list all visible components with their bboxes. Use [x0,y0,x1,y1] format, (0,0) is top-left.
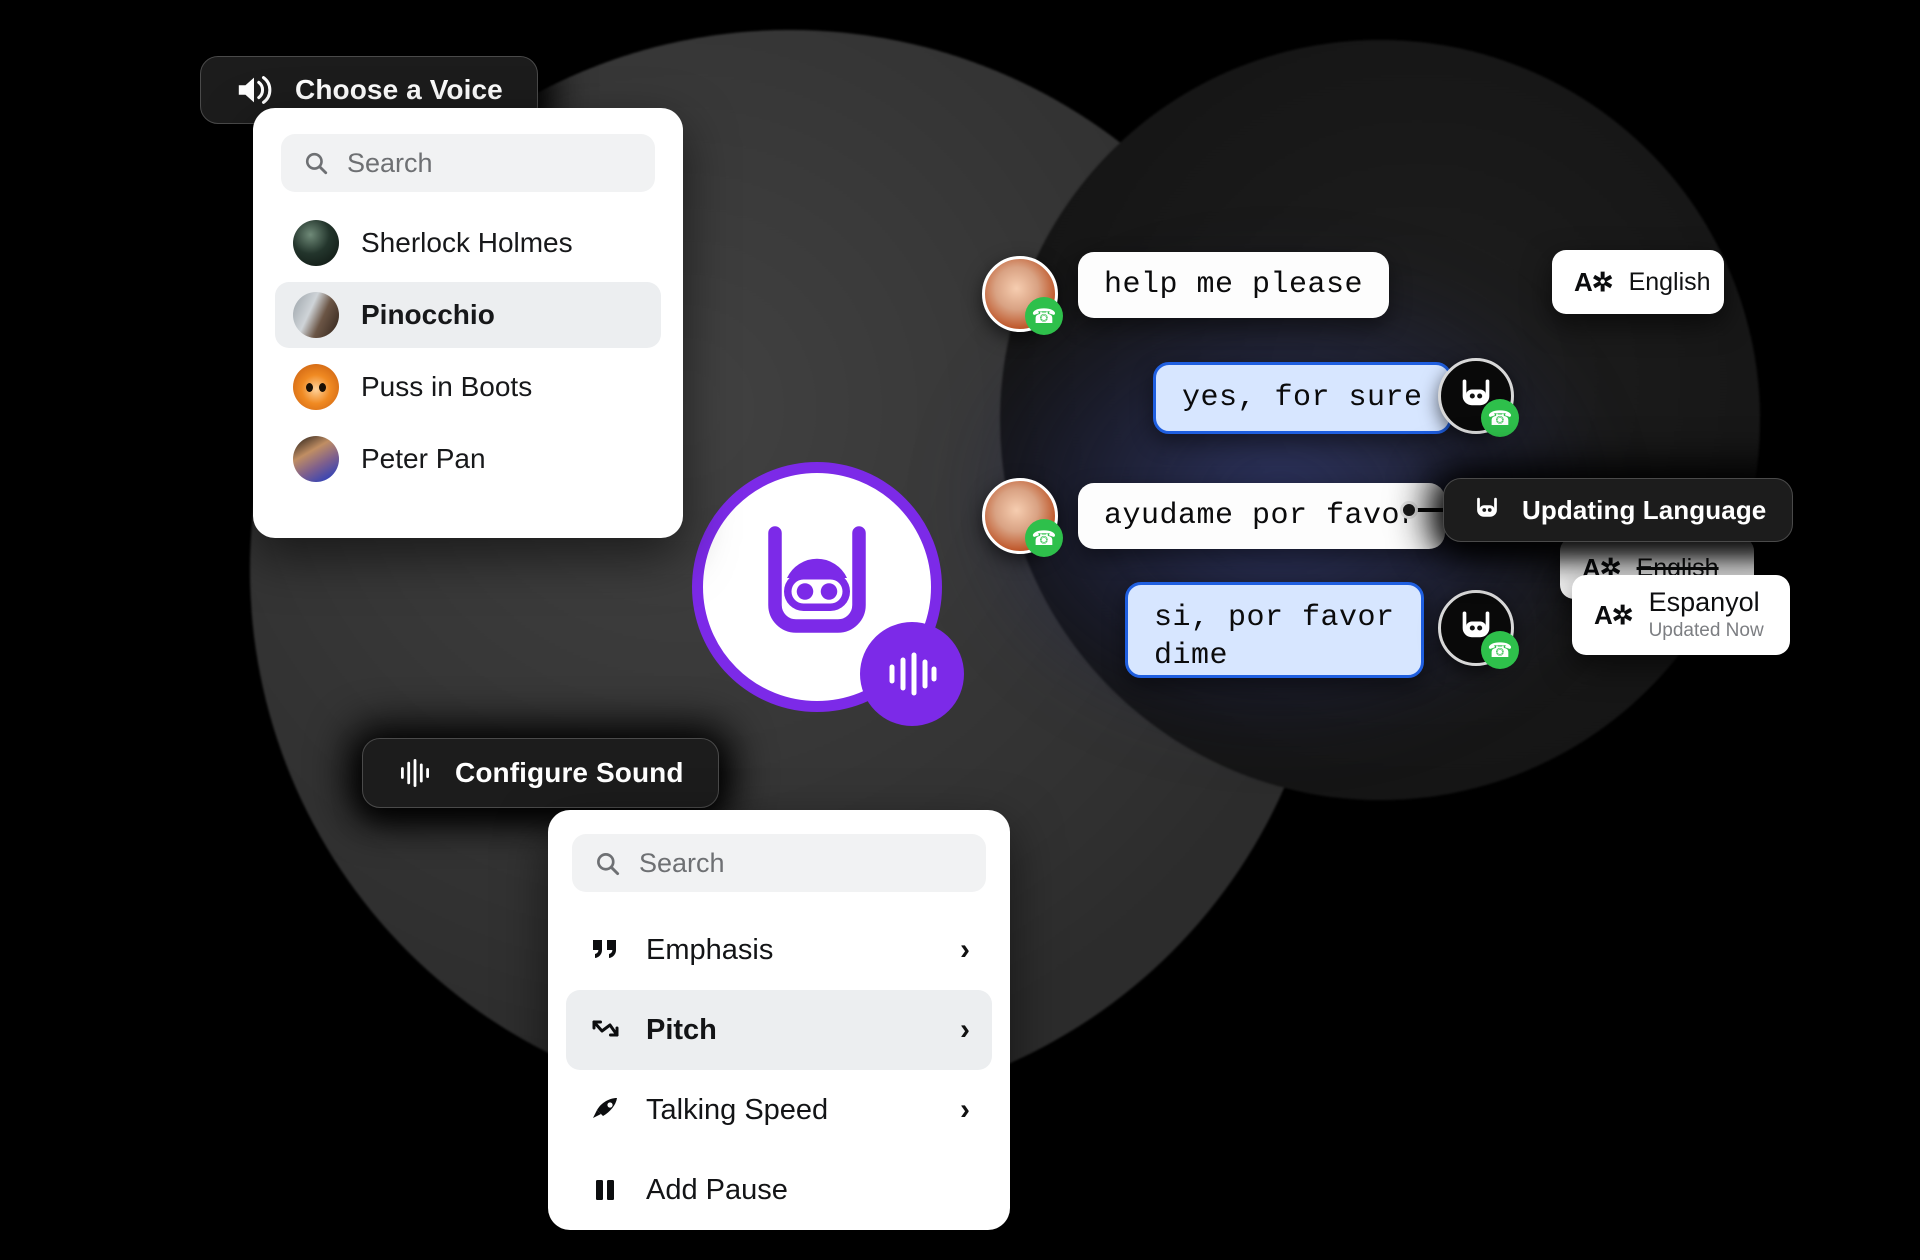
phone-icon: ☎ [1025,519,1063,557]
voice-item-pinocchio[interactable]: Pinocchio [275,282,661,348]
bot-icon [1477,497,1497,517]
avatar: ☎ [1438,358,1519,437]
updating-language-label: Updating Language [1522,494,1767,525]
voice-search-placeholder: Search [347,147,433,178]
sound-item-talking-speed[interactable]: Talking Speed › [566,1070,992,1150]
chat-bubble: yes, for sure [1153,362,1452,434]
voice-item-label: Puss in Boots [361,371,533,402]
language-current-pill[interactable]: A✲ English [1552,250,1724,314]
language-new-option[interactable]: A✲ Espanyol Updated Now [1572,575,1790,655]
language-new-label: Espanyol [1648,586,1760,617]
search-icon [597,852,620,875]
quote-glyph [593,940,617,958]
voice-item-label: Peter Pan [361,443,486,474]
sound-item-label: Emphasis [646,933,774,966]
configure-sound-button[interactable]: Configure Sound [362,738,719,808]
translate-icon: A✲ [1574,266,1614,297]
avatar: ☎ [1438,590,1519,669]
search-icon [305,152,328,175]
sound-item-label: Talking Speed [646,1093,829,1126]
avatar: ☎ [982,478,1063,557]
quote-icon [588,938,622,962]
configure-sound-label: Configure Sound [455,757,684,788]
phone-icon: ☎ [1481,399,1519,437]
pause-icon [588,1177,622,1203]
scene-root: ☎ help me please yes, for sure ☎ ☎ ayuda… [0,0,1920,1260]
voice-item-label: Sherlock Holmes [361,227,573,258]
language-new-status: Updated Now [1648,620,1764,642]
avatar: ☎ [982,256,1063,335]
chat-bubble: help me please [1078,252,1390,318]
pitch-arrow-icon [588,1017,622,1043]
voice-item-puss-in-boots[interactable]: Puss in Boots [275,354,661,420]
chevron-right-icon: › [960,933,970,966]
chat-bubble: si, por favor dime [1125,582,1424,678]
peter-pan-avatar [293,436,339,482]
sound-search-field[interactable]: Search [572,834,986,892]
chevron-right-icon: › [960,1013,970,1046]
soundwave-badge-icon [860,622,964,726]
sound-item-label: Add Pause [646,1173,788,1206]
sherlock-avatar [293,220,339,266]
voice-item-sherlock-holmes[interactable]: Sherlock Holmes [275,210,661,276]
choose-voice-label: Choose a Voice [295,74,503,105]
phone-icon: ☎ [1481,631,1519,669]
pitch-glyph [592,1020,619,1037]
chevron-right-icon: › [960,1093,970,1126]
chat-bubble: ayudame por favor [1078,483,1445,549]
sound-search-placeholder: Search [639,847,725,878]
translate-icon: A✲ [1594,599,1634,630]
pause-glyph [596,1180,614,1200]
sound-item-label: Pitch [646,1013,717,1046]
sound-item-emphasis[interactable]: Emphasis › [566,910,992,990]
puss-in-boots-avatar [293,364,339,410]
voice-search-field[interactable]: Search [281,134,655,192]
language-current-label: English [1628,267,1711,296]
sound-config-menu: Search Emphasis › Pitch › Talking Speed … [548,810,1010,1230]
soundwave-icon [401,759,429,787]
rocket-glyph [593,1098,617,1118]
sound-item-add-pause[interactable]: Add Pause [566,1150,992,1230]
pinocchio-avatar [293,292,339,338]
bot-logo-glyph [768,526,866,633]
rocket-icon [588,1096,622,1124]
speaker-icon [238,76,272,104]
voice-item-peter-pan[interactable]: Peter Pan [275,426,661,492]
soundwave-glyph [889,652,937,696]
connector-dot [1400,501,1418,519]
updating-language-pill: Updating Language [1443,478,1794,542]
phone-icon: ☎ [1025,297,1063,335]
brand-logo [692,462,964,726]
voice-item-label: Pinocchio [361,299,495,330]
voice-picker-menu: Search Sherlock Holmes Pinocchio Puss in… [253,108,683,538]
sound-item-pitch[interactable]: Pitch › [566,990,992,1070]
